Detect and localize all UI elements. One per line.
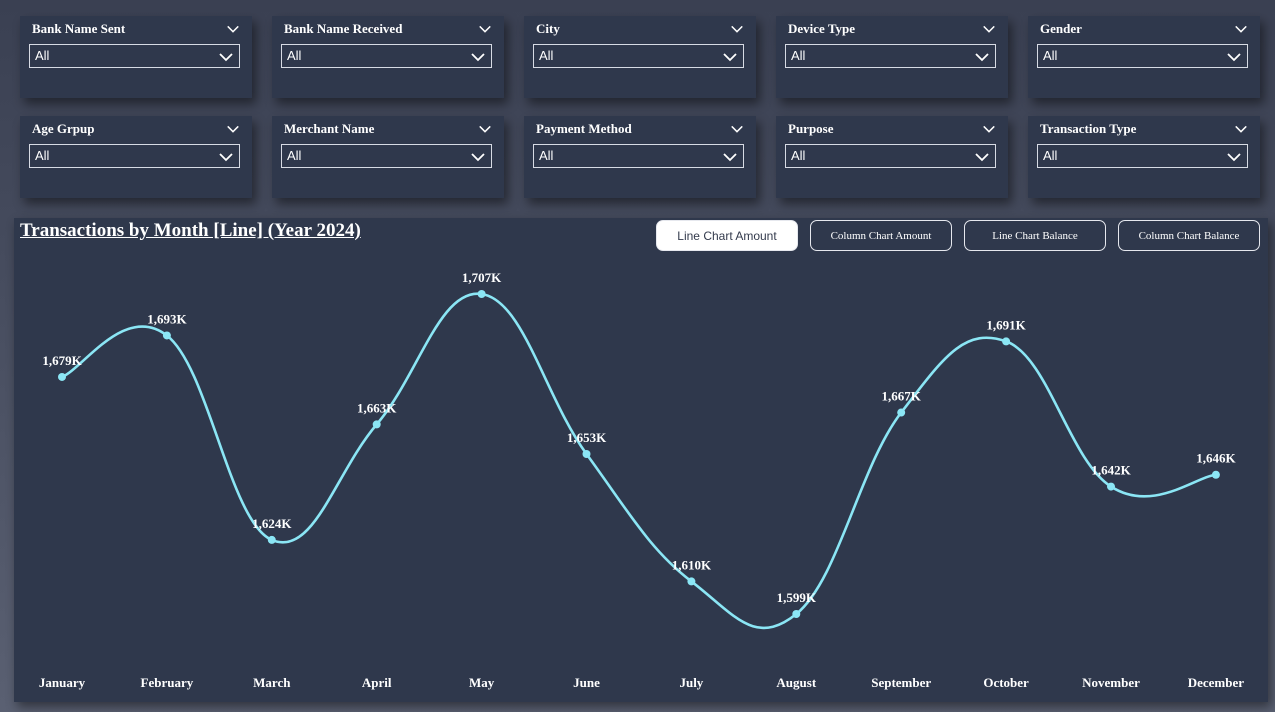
- data-point: [477, 290, 486, 298]
- data-point: [582, 450, 591, 458]
- data-label: 1,624K: [252, 516, 292, 531]
- series-line: [61, 292, 1217, 630]
- data-point: [372, 420, 381, 429]
- x-tick-label: November: [1082, 675, 1140, 690]
- data-label: 1,693K: [147, 311, 187, 326]
- data-label: 1,599K: [777, 590, 817, 605]
- data-label: 1,667K: [882, 389, 922, 404]
- data-point: [267, 535, 276, 544]
- x-tick-label: May: [469, 675, 495, 690]
- x-tick-label: September: [871, 675, 931, 690]
- data-label: 1,646K: [1196, 451, 1236, 466]
- data-point: [897, 408, 906, 417]
- data-label: 1,707K: [462, 270, 502, 285]
- x-tick-label: April: [362, 675, 392, 690]
- data-label: 1,653K: [567, 430, 607, 445]
- x-tick-label: June: [573, 675, 600, 690]
- data-label: 1,679K: [42, 353, 82, 368]
- data-point: [1107, 482, 1115, 491]
- x-tick-label: March: [253, 675, 291, 690]
- data-point: [792, 610, 801, 618]
- data-label: 1,642K: [1091, 463, 1131, 478]
- data-label: 1,691K: [986, 317, 1026, 332]
- x-tick-label: August: [776, 675, 816, 690]
- data-label: 1,663K: [357, 400, 397, 415]
- data-point: [687, 577, 696, 586]
- data-point: [58, 372, 66, 381]
- x-tick-label: December: [1188, 675, 1245, 690]
- data-point: [162, 331, 171, 340]
- x-tick-label: July: [679, 675, 703, 690]
- x-tick-label: February: [141, 675, 194, 690]
- data-point: [1002, 337, 1011, 346]
- x-tick-label: October: [983, 675, 1029, 690]
- data-label: 1,610K: [672, 557, 712, 572]
- x-tick-label: January: [39, 675, 86, 690]
- data-point: [1211, 470, 1220, 479]
- line-chart: 1,679K January 1,693K February 1,624K March 1,…: [39, 270, 1245, 690]
